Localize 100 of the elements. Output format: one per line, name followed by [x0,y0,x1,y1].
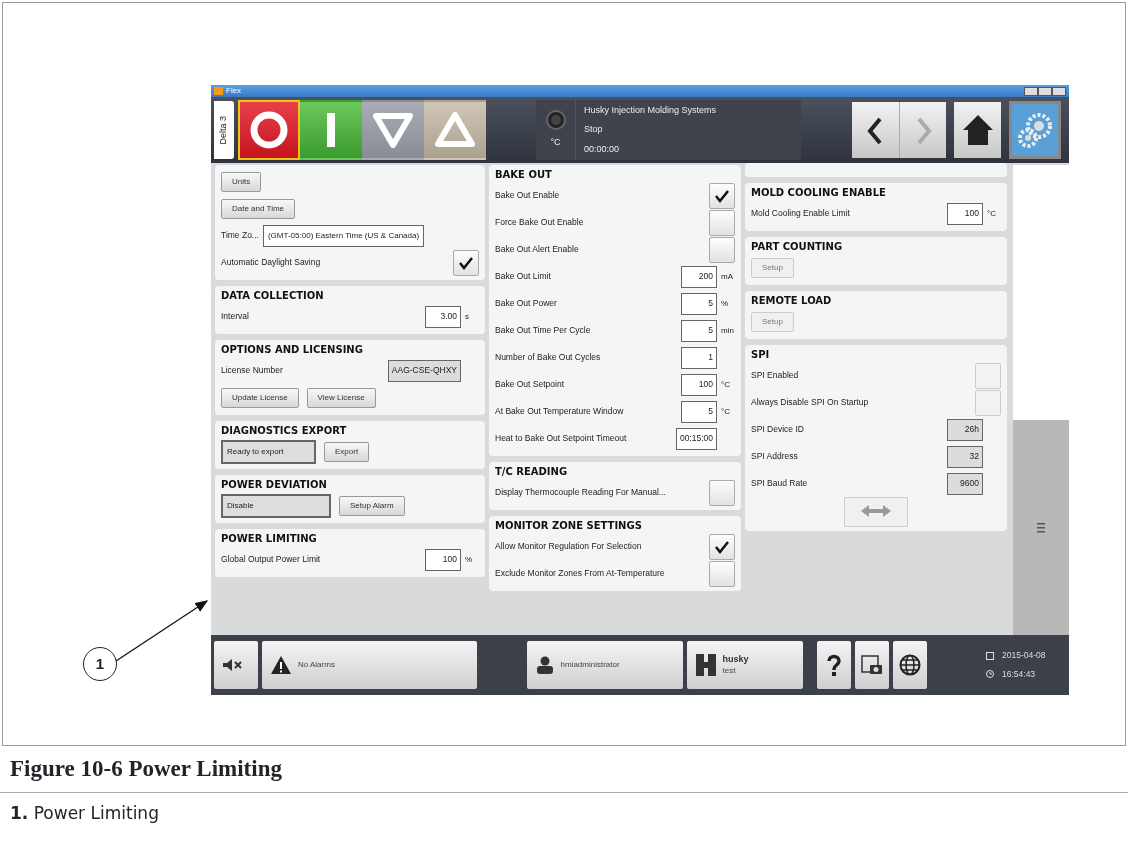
section-heading: POWER LIMITING [221,532,318,546]
unit-label: °C [721,405,731,418]
machine-name: Husky Injection Molding Systems [584,104,717,117]
number-field[interactable]: 1 [681,346,717,369]
indicator-lamp-icon [545,110,566,131]
window-camera-icon [860,655,883,675]
unit-label: % [721,297,730,310]
field-label: Bake Out Limit [495,270,552,283]
section-heading: OPTIONS AND LICENSING [221,343,364,357]
number-field[interactable]: 5 [681,319,717,342]
setting-button[interactable]: Export [324,441,370,462]
down-triangle-icon [373,110,413,150]
field-label: Bake Out Enable [495,189,561,202]
check-icon [458,255,474,270]
section-heading: BAKE OUT [495,168,553,182]
warning-icon [270,655,292,675]
number-field[interactable]: 200 [681,265,717,288]
maximize-button[interactable] [1038,86,1052,96]
scrollbar-thumb[interactable] [1013,420,1069,635]
status-field: Ready to export [221,439,316,464]
stop-icon [249,110,289,150]
checkbox[interactable] [709,479,735,506]
field-label: Bake Out Power [495,297,558,310]
number-field[interactable]: 3.00 [425,305,461,328]
setting-button[interactable]: Units [221,171,262,192]
field-label: Bake Out Alert Enable [495,243,580,256]
setting-button[interactable]: Update License [221,387,299,408]
section-heading: MOLD COOLING ENABLE [751,186,887,200]
status-field: Disable [221,493,331,518]
readonly-field: 32 [947,445,983,468]
field-label: SPI Device ID [751,423,805,436]
mode-button[interactable] [362,100,424,160]
minimize-button[interactable] [1024,86,1038,96]
unit-label: % [465,553,474,566]
checkbox[interactable] [709,182,735,209]
up-triangle-icon [435,110,475,150]
muted-speaker-icon [222,658,244,672]
settings-button[interactable] [1009,101,1061,159]
field-label: Number of Bake Out Cycles [495,351,602,364]
callout-marker: 1 [83,647,117,681]
field-label: License Number [221,364,284,377]
check-icon [714,188,730,203]
setting-button[interactable]: View License [306,387,376,408]
field-label: Exclude Monitor Zones From At-Temperature [495,567,666,580]
nav-button[interactable] [852,102,899,158]
field-label: Mold Cooling Enable Limit [751,207,851,220]
number-field[interactable]: 100 [947,202,983,225]
number-field[interactable]: 00:15:00 [675,427,717,450]
field-label: Automatic Daylight Saving [221,256,322,269]
field-label: At Bake Out Temperature Window [495,405,625,418]
mute-button[interactable] [214,641,258,689]
user-button[interactable]: hmiadministrator [526,641,683,689]
screenshot-button[interactable] [854,641,889,689]
nav-button[interactable] [954,102,1001,158]
field-label: Global Output Power Limit [221,553,322,566]
section-heading: DIAGNOSTICS EXPORT [221,424,348,438]
help-button[interactable] [816,641,851,689]
field-label: SPI Baud Rate [751,477,809,490]
mode-button[interactable] [424,100,486,160]
unit-label: s [465,310,470,323]
unit-label: mA [721,270,734,283]
section-heading: POWER DEVIATION [221,478,328,492]
field-label: Bake Out Time Per Cycle [495,324,592,337]
unit-label: °C [987,207,997,220]
setting-button[interactable]: Date and Time [221,198,296,219]
side-tab[interactable]: Delta 3 [214,101,234,159]
setting-button[interactable]: Setup Alarm [339,495,405,516]
section-heading: MONITOR ZONE SETTINGS [495,519,643,533]
readonly-field: 9600 [947,472,983,495]
field-label: Time Zo... [221,229,259,242]
readonly-field: 26h [947,418,983,441]
section-heading: REMOTE LOAD [751,294,833,308]
time-zone-field[interactable]: (GMT-05:00) Eastern Time (US & Canada) [262,224,425,247]
field-label: Always Disable SPI On Startup [751,396,870,409]
close-button[interactable] [1052,86,1066,96]
checkbox[interactable] [709,236,735,263]
grip-icon [1037,522,1045,533]
machine-state: Stop [584,123,604,137]
checkbox[interactable] [709,209,735,236]
checkbox[interactable] [453,249,479,276]
number-field[interactable]: 100 [681,373,717,396]
scrollbar-track[interactable] [1013,165,1069,635]
language-button[interactable] [892,641,927,689]
mode-button[interactable] [300,100,362,160]
number-field[interactable]: 5 [681,400,717,423]
section-heading: SPI [751,348,771,362]
date-label: 2015-04-08 [1002,649,1046,662]
field-label: Allow Monitor Regulation For Selection [495,540,643,553]
checkbox[interactable] [709,560,735,587]
figure-caption: Figure 10-6 Power Limiting [9,755,283,783]
question-mark-icon [826,654,841,676]
number-field[interactable]: 100 [425,548,461,571]
machine-button[interactable]: husky test [686,641,803,689]
number-field[interactable]: 5 [681,292,717,315]
cycle-time: 00:00:00 [584,142,621,156]
window-title: Flex [226,85,242,97]
checkbox[interactable] [709,533,735,560]
field-label: SPI Address [751,450,799,463]
field-label: Bake Out Setpoint [495,378,565,391]
mode-button[interactable] [238,100,300,160]
